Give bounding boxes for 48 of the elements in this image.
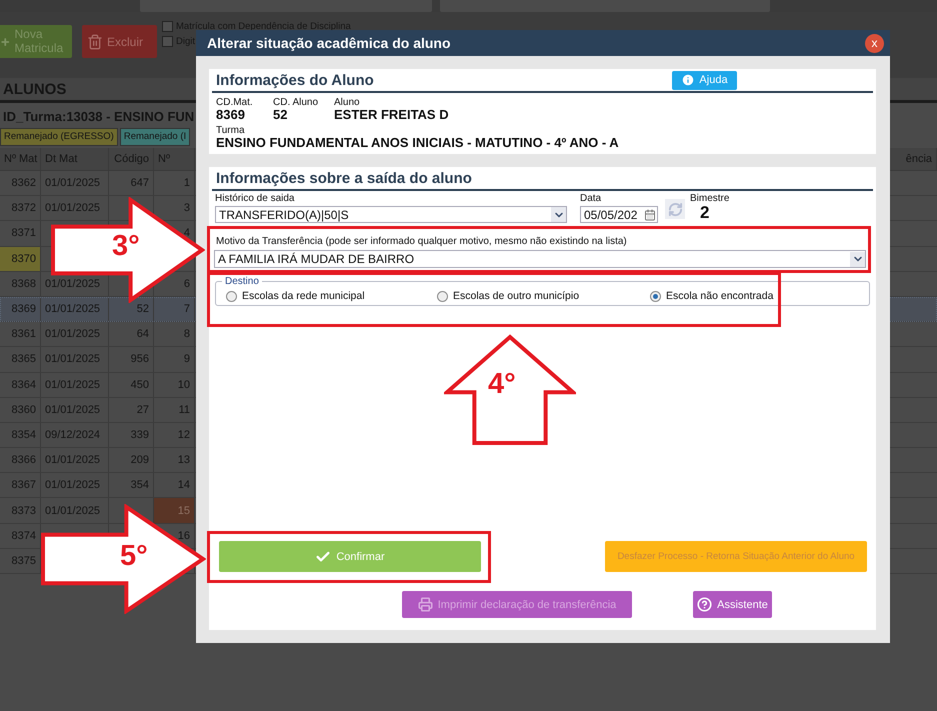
- field-label: Motivo da Transferência (pode ser informado qualquer motivo, mesmo não existindo na lista): [215, 236, 628, 247]
- help-button[interactable]: Ajuda: [672, 70, 737, 90]
- group-legend: Destino: [222, 276, 262, 287]
- date-field[interactable]: 05/05/202: [580, 206, 658, 223]
- checkbox[interactable]: [162, 36, 173, 47]
- field-value: ENSINO FUNDAMENTAL ANOS INICIAIS - MATUTINO - 4º ANO - A: [216, 136, 620, 150]
- field-value: 52: [273, 108, 288, 122]
- assistant-button[interactable]: Assistente: [693, 591, 772, 618]
- table-cell: 15: [154, 498, 195, 523]
- table-cell: 8370: [0, 246, 41, 271]
- dialog-title: Alterar situação acadêmica do aluno: [207, 35, 451, 51]
- radio-label: Escolas da rede municipal: [242, 290, 365, 302]
- radio-label: Escola não encontrada: [666, 290, 774, 302]
- step-label: 3°: [112, 230, 140, 263]
- radio-label: Escolas de outro município: [453, 290, 580, 302]
- field-label: Aluno: [334, 97, 361, 108]
- field-label: Bimestre: [690, 193, 730, 204]
- reason-combobox[interactable]: A FAMILIA IRÁ MUDAR DE BAIRRO: [214, 250, 866, 268]
- field-label: Histórico de saida: [215, 193, 296, 204]
- radio-button[interactable]: [437, 290, 448, 302]
- panel-title: Informações do Aluno: [216, 72, 374, 88]
- calendar-icon: [644, 208, 656, 220]
- step-label: 4°: [488, 368, 516, 401]
- field-label: CD.Mat.: [216, 97, 254, 108]
- step-label: 5°: [120, 540, 148, 573]
- radio-button[interactable]: [650, 290, 661, 302]
- exit-history-select[interactable]: TRANSFERIDO(A)|50|S: [215, 206, 567, 223]
- status-tag: Remanejado (EGRESSO): [0, 128, 118, 146]
- table-cell: 01/01/2025: [41, 296, 109, 322]
- field-label: Turma: [216, 125, 246, 136]
- status-tag: Remanejado (I: [120, 128, 190, 146]
- trash-icon: [87, 34, 103, 50]
- info-icon: [681, 73, 696, 87]
- field-value: ESTER FREITAS D: [334, 108, 450, 122]
- field-label: Data: [580, 193, 602, 204]
- printer-icon: [418, 597, 433, 612]
- panel-title: Informações sobre a saída do aluno: [216, 170, 472, 186]
- radio-button[interactable]: [226, 290, 237, 302]
- checkbox[interactable]: [162, 21, 173, 32]
- bimester-value: 2: [699, 204, 710, 221]
- field-label: CD. Aluno: [273, 97, 320, 108]
- field-value: 8369: [216, 108, 246, 122]
- table-cell: 7: [154, 296, 195, 322]
- delete-button[interactable]: Excluir: [82, 25, 157, 58]
- help-icon: [697, 597, 712, 612]
- close-button[interactable]: x: [865, 34, 884, 52]
- table-cell: 8369: [0, 296, 41, 322]
- confirm-button[interactable]: Confirmar: [219, 541, 481, 572]
